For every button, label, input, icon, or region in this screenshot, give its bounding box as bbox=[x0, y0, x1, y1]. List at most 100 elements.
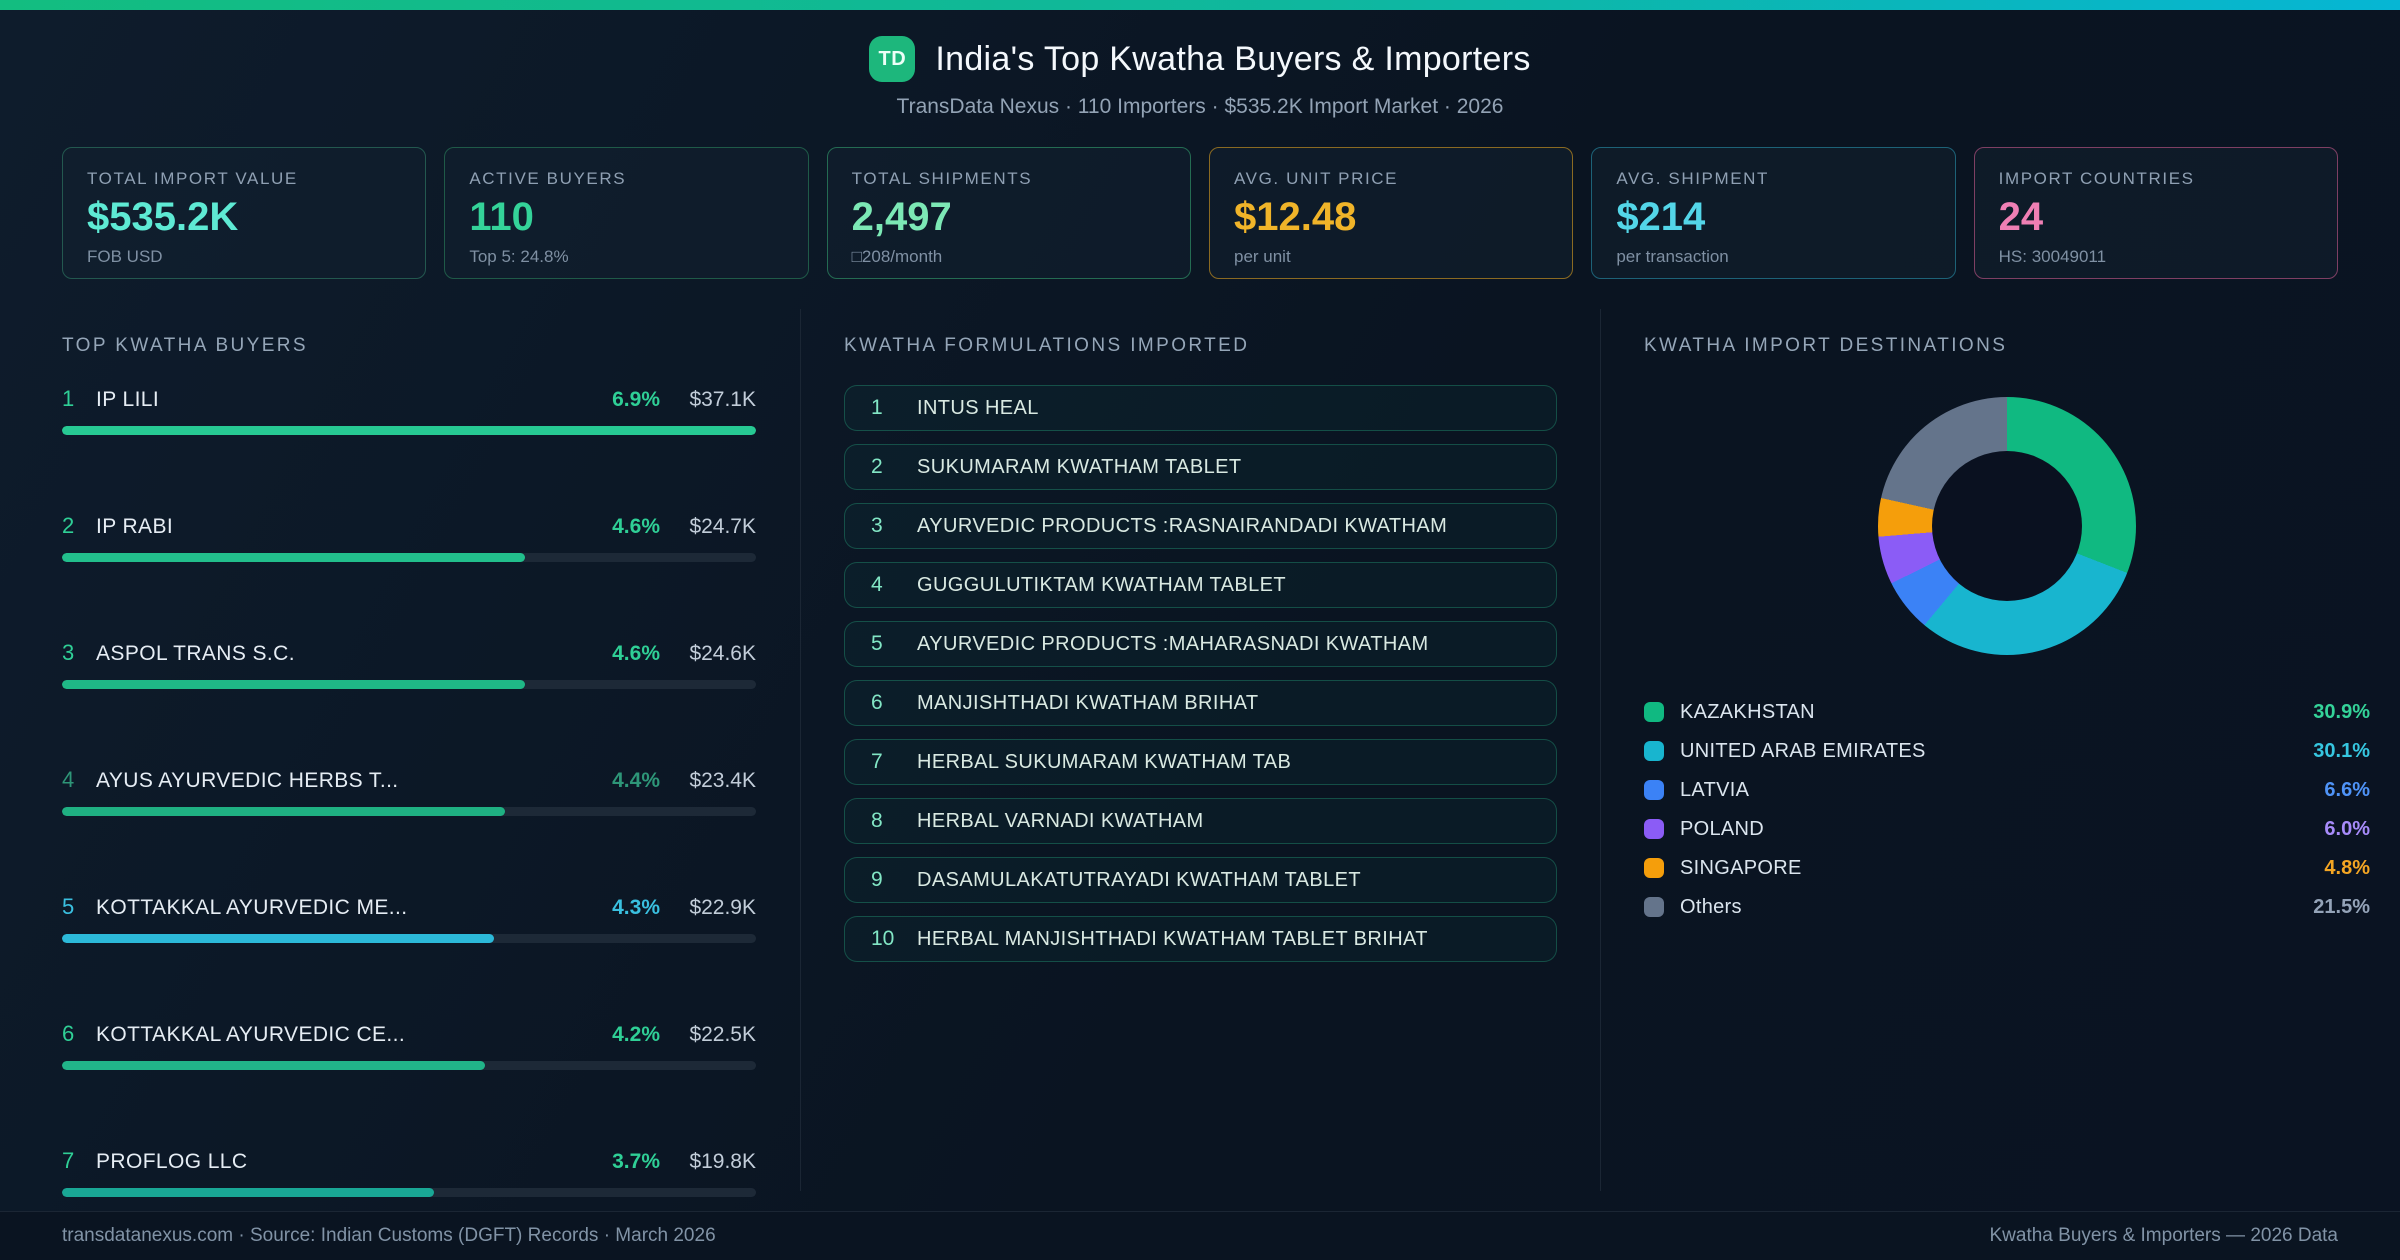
buyer-rank: 1 bbox=[62, 386, 75, 411]
stat-sub: per transaction bbox=[1616, 247, 1729, 266]
buyer-row-top: 2 IP RABI 4.6% $24.7K bbox=[62, 512, 756, 541]
buyer-bar-fill bbox=[62, 680, 525, 689]
legend-item: KAZAKHSTAN 30.9% bbox=[1644, 701, 2370, 723]
legend: KAZAKHSTAN 30.9% UNITED ARAB EMIRATES 30.1%… bbox=[1644, 701, 2370, 918]
legend-swatch bbox=[1644, 897, 1664, 917]
formulation-rank: 8 bbox=[871, 809, 883, 832]
formulation-item: 2 SUKUMARAM KWATHAM TABLET bbox=[844, 444, 1557, 490]
formulation-name: MANJISHTHADI KWATHAM BRIHAT bbox=[917, 691, 1259, 714]
buyers-list: 1 IP LILI 6.9% $37.1K 2 IP RABI 4.6% $24.7K 3 ASP… bbox=[62, 385, 756, 1197]
formulation-item: 6 MANJISHTHADI KWATHAM BRIHAT bbox=[844, 680, 1557, 726]
stat-card-avg-unit-price: AVG. UNIT PRICE $12.48 per unit bbox=[1208, 147, 1574, 279]
buyer-bar-fill bbox=[62, 1188, 434, 1197]
buyers-panel: TOP KWATHA BUYERS 1 IP LILI 6.9% $37.1K 2 IP … bbox=[0, 309, 800, 1197]
formulations-section-title: KWATHA FORMULATIONS IMPORTED bbox=[844, 335, 1250, 356]
main-content: TOP KWATHA BUYERS 1 IP LILI 6.9% $37.1K 2 IP … bbox=[0, 309, 2400, 1197]
formulation-item: 7 HERBAL SUKUMARAM KWATHAM TAB bbox=[844, 739, 1557, 785]
buyer-rank: 4 bbox=[62, 767, 75, 792]
buyer-rank: 6 bbox=[62, 1021, 75, 1046]
legend-label: UNITED ARAB EMIRATES bbox=[1680, 739, 1926, 762]
legend-item: UNITED ARAB EMIRATES 30.1% bbox=[1644, 740, 2370, 762]
buyer-name: AYUS AYURVEDIC HERBS T... bbox=[96, 769, 399, 792]
formulation-rank: 6 bbox=[871, 691, 883, 714]
legend-item: LATVIA 6.6% bbox=[1644, 779, 2370, 801]
buyer-value: $24.7K bbox=[689, 515, 756, 538]
buyer-share: 6.9% bbox=[612, 388, 660, 411]
formulation-name: HERBAL MANJISHTHADI KWATHAM TABLET BRIHA… bbox=[917, 927, 1428, 950]
stat-label: ACTIVE BUYERS bbox=[469, 169, 627, 188]
buyer-rank: 3 bbox=[62, 640, 75, 665]
legend-item: Others 21.5% bbox=[1644, 896, 2370, 918]
legend-item: SINGAPORE 4.8% bbox=[1644, 857, 2370, 879]
formulation-name: DASAMULAKATUTRAYADI KWATHAM TABLET bbox=[917, 868, 1362, 891]
formulation-name: INTUS HEAL bbox=[917, 396, 1039, 419]
buyer-row: 5 KOTTAKKAL AYURVEDIC ME... 4.3% $22.9K bbox=[62, 893, 756, 943]
buyer-row-top: 7 PROFLOG LLC 3.7% $19.8K bbox=[62, 1147, 756, 1176]
formulation-name: HERBAL VARNADI KWATHAM bbox=[917, 809, 1204, 832]
stat-card-avg-shipment: AVG. SHIPMENT $214 per transaction bbox=[1591, 147, 1956, 279]
formulation-name: HERBAL SUKUMARAM KWATHAM TAB bbox=[917, 750, 1292, 773]
buyer-share: 4.3% bbox=[612, 896, 660, 919]
buyer-name: IP LILI bbox=[96, 388, 160, 411]
formulation-rank: 2 bbox=[871, 455, 883, 478]
buyer-row: 4 AYUS AYURVEDIC HERBS T... 4.4% $23.4K bbox=[62, 766, 756, 816]
buyer-name: KOTTAKKAL AYURVEDIC ME... bbox=[96, 896, 408, 919]
legend-pct: 30.1% bbox=[2313, 739, 2370, 762]
stat-label: AVG. UNIT PRICE bbox=[1233, 169, 1399, 188]
formulation-rank: 9 bbox=[871, 868, 883, 891]
formulation-name: SUKUMARAM KWATHAM TABLET bbox=[917, 455, 1242, 478]
buyer-name: KOTTAKKAL AYURVEDIC CE... bbox=[96, 1023, 406, 1046]
stat-value: $214 bbox=[1616, 195, 1706, 239]
buyer-bar-fill bbox=[62, 934, 495, 943]
buyer-bar-fill bbox=[62, 426, 756, 435]
buyer-row-top: 4 AYUS AYURVEDIC HERBS T... 4.4% $23.4K bbox=[62, 766, 756, 795]
buyer-row: 3 ASPOL TRANS S.C. 4.6% $24.6K bbox=[62, 639, 756, 689]
buyer-share: 4.4% bbox=[612, 769, 660, 792]
buyer-value: $37.1K bbox=[689, 388, 756, 411]
formulation-item: 1 INTUS HEAL bbox=[844, 385, 1557, 431]
buyer-row-top: 6 KOTTAKKAL AYURVEDIC CE... 4.2% $22.5K bbox=[62, 1020, 756, 1049]
stat-value: 2,497 bbox=[851, 195, 952, 239]
buyer-bar-track bbox=[62, 426, 756, 435]
legend-pct: 4.8% bbox=[2324, 856, 2370, 879]
formulation-rank: 4 bbox=[871, 573, 883, 596]
stat-value: $12.48 bbox=[1233, 195, 1357, 239]
legend-pct: 6.0% bbox=[2324, 817, 2370, 840]
legend-label: LATVIA bbox=[1680, 778, 1750, 801]
legend-swatch bbox=[1644, 702, 1664, 722]
legend-label: Others bbox=[1680, 895, 1742, 918]
legend-swatch bbox=[1644, 780, 1664, 800]
donut-chart-wrap bbox=[1644, 397, 2370, 655]
buyer-value: $19.8K bbox=[689, 1150, 756, 1173]
buyer-bar-track bbox=[62, 680, 756, 689]
formulation-item: 5 AYURVEDIC PRODUCTS :MAHARASNADI KWATHAM bbox=[844, 621, 1557, 667]
buyer-value: $22.9K bbox=[689, 896, 756, 919]
donut-hole bbox=[1932, 451, 2082, 601]
formulation-name: AYURVEDIC PRODUCTS :MAHARASNADI KWATHAM bbox=[917, 632, 1429, 655]
formulation-item: 3 AYURVEDIC PRODUCTS :RASNAIRANDADI KWATH… bbox=[844, 503, 1557, 549]
formulations-panel: KWATHA FORMULATIONS IMPORTED 1 INTUS HEAL… bbox=[800, 309, 1600, 1191]
buyer-share: 4.6% bbox=[612, 642, 660, 665]
stat-label: IMPORT COUNTRIES bbox=[1998, 169, 2195, 188]
buyer-bar-track bbox=[62, 934, 756, 943]
formulations-list: 1 INTUS HEAL 2 SUKUMARAM KWATHAM TABLET 3 AYU… bbox=[844, 385, 1557, 962]
buyer-share: 4.2% bbox=[612, 1023, 660, 1046]
legend-label: POLAND bbox=[1680, 817, 1765, 840]
buyer-rank: 2 bbox=[62, 513, 75, 538]
footer-report-text: Kwatha Buyers & Importers — 2026 Data bbox=[1989, 1225, 2339, 1246]
buyers-section-title: TOP KWATHA BUYERS bbox=[62, 335, 308, 356]
buyer-row-top: 3 ASPOL TRANS S.C. 4.6% $24.6K bbox=[62, 639, 756, 668]
stat-sub: Top 5: 24.8% bbox=[469, 247, 569, 266]
stat-label: AVG. SHIPMENT bbox=[1616, 169, 1770, 188]
legend-swatch bbox=[1644, 741, 1664, 761]
stat-card-total-import-value: TOTAL IMPORT VALUE $535.2K FOB USD bbox=[62, 147, 427, 279]
formulation-rank: 10 bbox=[871, 927, 895, 950]
buyer-name: ASPOL TRANS S.C. bbox=[96, 642, 295, 665]
formulation-item: 4 GUGGULUTIKTAM KWATHAM TABLET bbox=[844, 562, 1557, 608]
buyer-rank: 7 bbox=[62, 1148, 75, 1173]
formulation-rank: 1 bbox=[871, 396, 883, 419]
buyer-row-top: 1 IP LILI 6.9% $37.1K bbox=[62, 385, 756, 414]
buyer-row: 2 IP RABI 4.6% $24.7K bbox=[62, 512, 756, 562]
legend-label: KAZAKHSTAN bbox=[1680, 700, 1815, 723]
page-subtitle: TransData Nexus · 110 Importers · $535.2… bbox=[896, 95, 1504, 118]
